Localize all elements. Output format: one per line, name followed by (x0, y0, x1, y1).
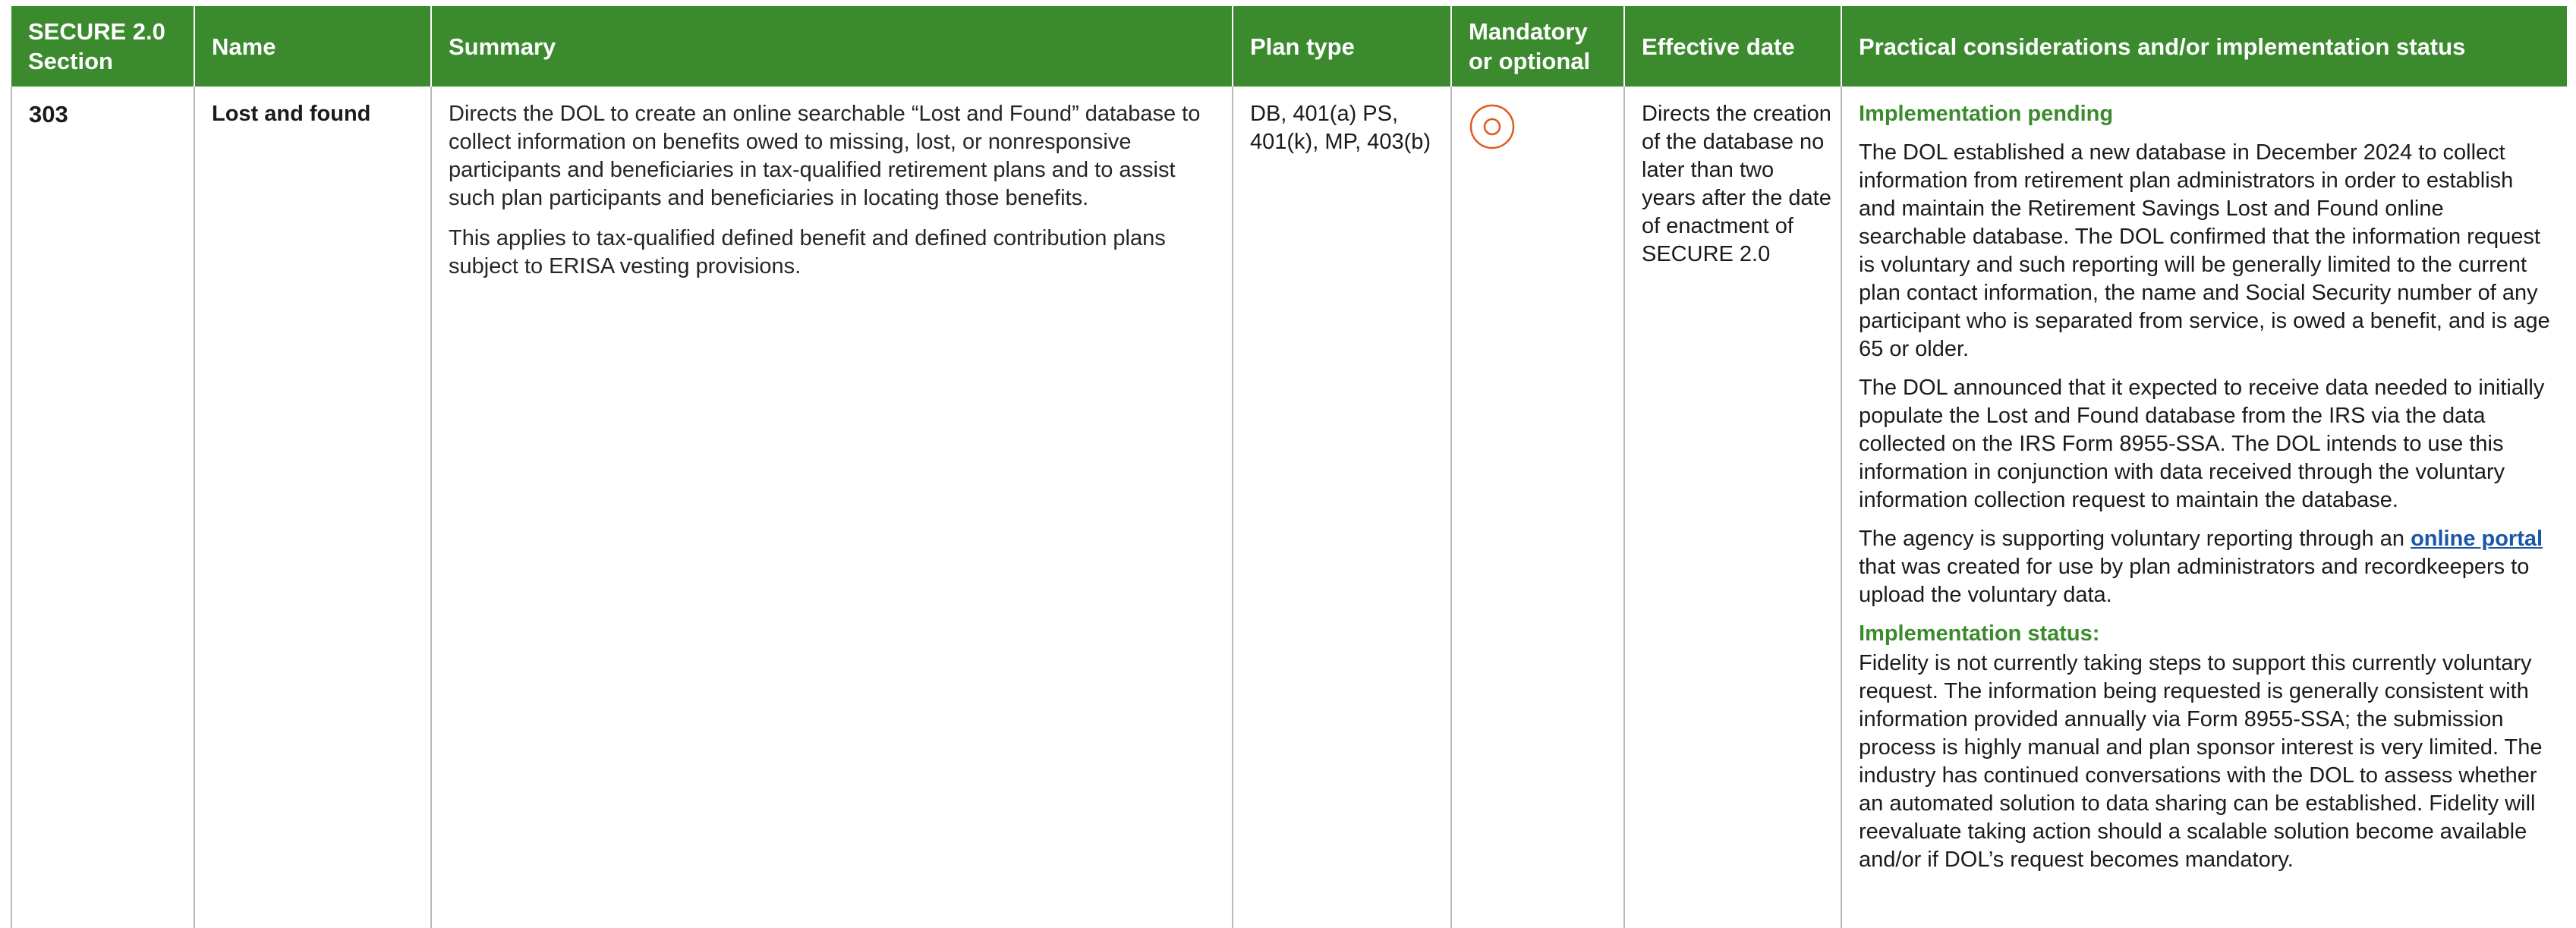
summary-paragraph: Directs the DOL to create an online sear… (449, 102, 1201, 210)
portal-text-after: that was created for use by plan adminis… (1859, 555, 2530, 607)
header-name: Name (194, 6, 431, 87)
implementation-status-text: Fidelity is not currently taking steps t… (1859, 651, 2543, 872)
summary-cell: Directs the DOL to create an online sear… (430, 87, 1233, 928)
table-header: SECURE 2.0 Section Name Summary Plan typ… (11, 6, 2567, 87)
provision-name: Lost and found (194, 87, 431, 928)
section-number: 303 (11, 87, 194, 928)
summary-paragraph: This applies to tax-qualified defined be… (449, 226, 1166, 278)
mandatory-cell (1450, 87, 1624, 928)
header-plan-type: Plan type (1232, 6, 1451, 87)
header-section: SECURE 2.0 Section (11, 6, 194, 87)
practical-paragraph: The DOL established a new database in De… (1859, 140, 2550, 361)
header-row: SECURE 2.0 Section Name Summary Plan typ… (11, 6, 2567, 87)
implementation-pending-heading: Implementation pending (1859, 102, 2114, 126)
table-row: 303 Lost and found Directs the DOL to cr… (11, 87, 2567, 928)
implementation-status-heading: Implementation status: (1859, 621, 2100, 646)
plan-type: DB, 401(a) PS, 401(k), MP, 403(b) (1232, 87, 1451, 928)
online-portal-link[interactable]: online portal (2411, 527, 2543, 551)
portal-text-before: The agency is supporting voluntary repor… (1859, 527, 2411, 551)
header-effective-date: Effective date (1623, 6, 1841, 87)
effective-date: Directs the creation of the database no … (1623, 87, 1841, 928)
header-mandatory: Mandatory or optional (1450, 6, 1624, 87)
practical-considerations-cell: Implementation pending The DOL establish… (1841, 87, 2567, 928)
practical-paragraph: The DOL announced that it expected to re… (1859, 376, 2545, 512)
header-summary: Summary (430, 6, 1233, 87)
optional-circle-icon (1469, 104, 1515, 149)
secure-2-0-provisions-table: SECURE 2.0 Section Name Summary Plan typ… (11, 6, 2567, 928)
secure-2-0-table-container: SECURE 2.0 Section Name Summary Plan typ… (11, 6, 2567, 928)
practical-paragraph: The agency is supporting voluntary repor… (1859, 525, 2550, 609)
header-practical-considerations: Practical considerations and/or implemen… (1841, 6, 2567, 87)
